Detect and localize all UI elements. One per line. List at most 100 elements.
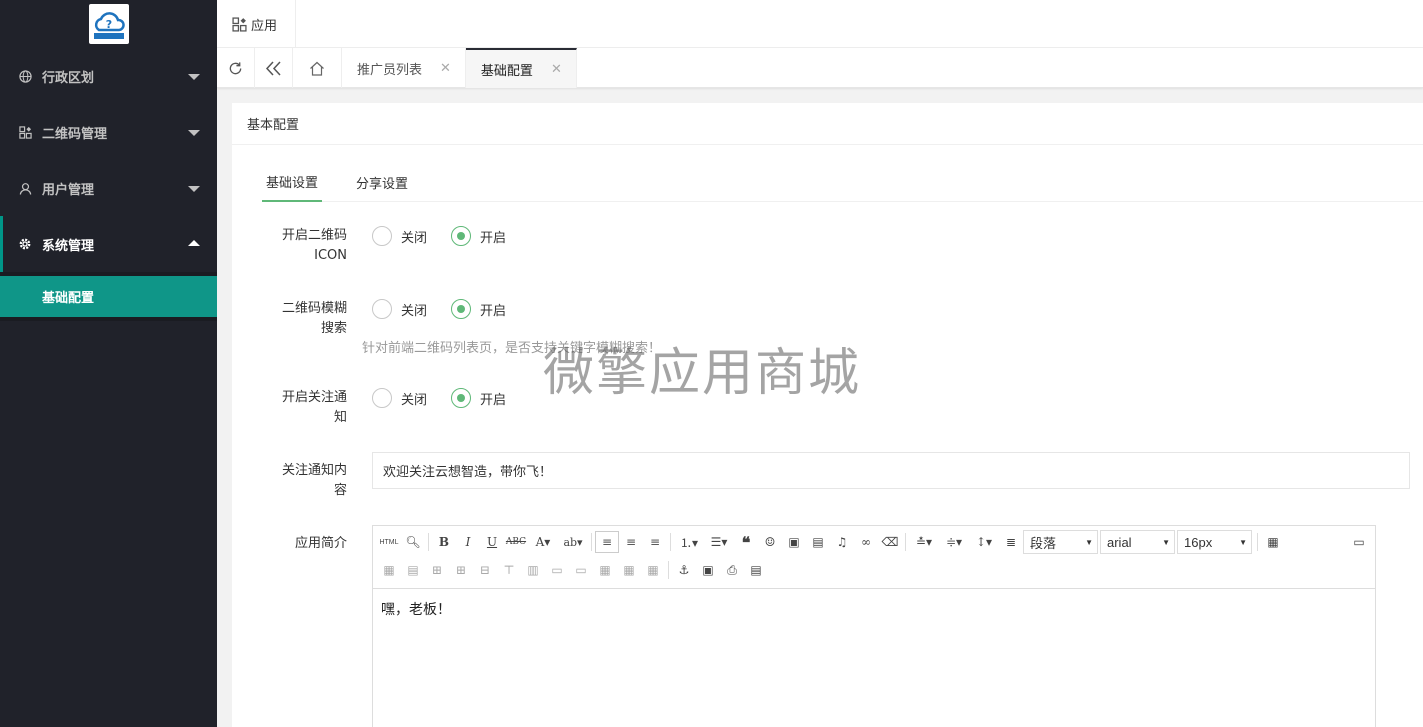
radio-circle — [451, 299, 472, 319]
font-color-icon[interactable]: A▾ — [528, 531, 558, 553]
highlight-icon[interactable]: ab▾ — [558, 531, 588, 553]
tab-share-settings[interactable]: 分享设置 — [352, 162, 412, 202]
app-intro-field-label: 应用简介 — [294, 536, 347, 551]
follow-notify-on-radio[interactable]: 开启 — [451, 388, 506, 408]
logo[interactable]: ? — [0, 0, 217, 48]
insert-image-icon[interactable]: ▣ — [696, 559, 720, 581]
close-icon[interactable]: ✕ — [440, 61, 451, 76]
globe-icon — [18, 69, 32, 83]
image-icon[interactable]: ▣ — [782, 531, 806, 553]
align-right-icon[interactable]: ≡ — [643, 531, 667, 553]
home-icon — [310, 61, 324, 76]
submenu: 基础配置 — [0, 272, 217, 321]
bold-icon[interactable]: B — [432, 531, 456, 553]
indent-icon[interactable]: ≛▾ — [909, 531, 939, 553]
link-icon[interactable]: ∞ — [854, 531, 878, 553]
paragraph-spacing-icon[interactable]: ≑▾ — [939, 531, 969, 553]
font-size-select[interactable]: 16px ▼ — [1177, 530, 1252, 554]
home-tab[interactable] — [293, 48, 342, 88]
close-icon[interactable]: ✕ — [551, 62, 562, 77]
qrcode-fuzzy-field-label: 二维码模糊 搜索 — [281, 301, 347, 336]
merge-right-icon[interactable]: ▭ — [569, 559, 593, 581]
insert-row-below-icon[interactable]: ⊞ — [449, 559, 473, 581]
apps-button[interactable]: 应用 — [217, 0, 296, 48]
preview-icon[interactable]: 🔍︎ — [401, 531, 425, 553]
emoji-icon[interactable]: ☺ — [758, 531, 782, 553]
merge-cells-icon[interactable]: ▭ — [545, 559, 569, 581]
delete-col-icon[interactable]: ▥ — [521, 559, 545, 581]
tab-basic-settings[interactable]: 基础设置 — [262, 162, 323, 202]
anchor-icon[interactable]: ⚓︎ — [672, 559, 696, 581]
chevron-down-icon — [188, 130, 200, 136]
dropdown-icon: ▼ — [1085, 537, 1093, 547]
table-icon[interactable]: ▦ — [1261, 531, 1285, 553]
follow-notify-off-radio[interactable]: 关闭 — [372, 388, 427, 408]
insert-col-icon[interactable]: ⊤ — [497, 559, 521, 581]
print-icon[interactable]: ⎙ — [720, 559, 744, 581]
italic-icon[interactable]: I — [456, 531, 480, 553]
unordered-list-icon[interactable]: ☰▾ — [704, 531, 734, 553]
dropdown-icon: ▼ — [1239, 537, 1247, 547]
music-icon[interactable]: ♫ — [830, 531, 854, 553]
paste-icon[interactable]: ▤ — [744, 559, 768, 581]
qrcode-icon-off-radio[interactable]: 关闭 — [372, 226, 427, 246]
toolbar-separator — [428, 533, 429, 551]
fullscreen-icon[interactable]: ▭ — [1347, 531, 1371, 553]
insert-row-above-icon[interactable]: ⊞ — [425, 559, 449, 581]
strikethrough-icon[interactable]: ABC — [504, 531, 528, 553]
split-rows-icon[interactable]: ▦ — [641, 559, 665, 581]
sidebar-item-users[interactable]: 用户管理 — [0, 160, 217, 216]
cloud-logo-icon: ? — [88, 4, 129, 44]
svg-text:?: ? — [105, 18, 111, 31]
qrcode-icon-on-radio[interactable]: 开启 — [451, 226, 506, 246]
font-family-select[interactable]: arial ▼ — [1100, 530, 1175, 554]
delete-row-icon[interactable]: ⊟ — [473, 559, 497, 581]
underline-icon[interactable]: U — [480, 531, 504, 553]
content-card: 基本配置 基础设置 分享设置 开启二维码 ICON 关闭 开启 二维码模糊 搜索… — [232, 103, 1423, 727]
follow-content-input[interactable]: 欢迎关注云想智造，带你飞！ — [372, 452, 1410, 489]
eraser-icon[interactable]: ⌫ — [878, 531, 902, 553]
video-icon[interactable]: ▤ — [806, 531, 830, 553]
table-insert-icon[interactable]: ▦ — [377, 559, 401, 581]
table-caption-icon[interactable]: ▤ — [401, 559, 425, 581]
html-source-icon[interactable]: HTML — [377, 531, 401, 553]
align-left-icon[interactable]: ≡ — [595, 531, 619, 553]
radio-circle — [372, 299, 392, 319]
sidebar-item-label: 用户管理 — [42, 182, 95, 198]
chevron-up-icon — [188, 240, 200, 246]
top-header: 应用 — [217, 0, 1423, 48]
split-cells-icon[interactable]: ▦ — [617, 559, 641, 581]
format-icon[interactable]: ≣ — [999, 531, 1023, 553]
qrcode-fuzzy-off-radio[interactable]: 关闭 — [372, 299, 427, 319]
double-chevron-left-icon — [265, 60, 281, 76]
apps-icon — [232, 16, 247, 32]
sidebar-item-qrcode[interactable]: 二维码管理 — [0, 104, 217, 160]
tab-scroll-left-button[interactable] — [255, 48, 293, 88]
sidebar-item-system[interactable]: 系统管理 — [0, 216, 217, 272]
refresh-button[interactable] — [217, 48, 255, 88]
toolbar-separator — [905, 533, 906, 551]
settings-tabs: 基础设置 分享设置 — [262, 162, 1423, 202]
follow-content-field-label: 关注通知内 容 — [281, 463, 347, 498]
sidebar: ? 行政区划 二维码管理 用户管理 系统管理 基础配置 — [0, 0, 217, 727]
tab-basic-config[interactable]: 基础配置 ✕ — [465, 48, 577, 88]
rich-text-editor: HTML 🔍︎ B I U ABC A▾ ab▾ ≡ ≡ ≡ ⒈▾ ☰▾ ❝ ☺… — [372, 525, 1376, 727]
follow-notify-field-label: 开启关注通 知 — [281, 390, 347, 425]
radio-circle — [451, 388, 472, 408]
ordered-list-icon[interactable]: ⒈▾ — [674, 531, 704, 553]
dropdown-icon: ▼ — [1162, 537, 1170, 547]
chevron-down-icon — [188, 74, 200, 80]
sidebar-item-label: 二维码管理 — [42, 126, 108, 142]
paragraph-select[interactable]: 段落 ▼ — [1023, 530, 1098, 554]
toolbar-separator — [668, 561, 669, 579]
tab-promoter-list[interactable]: 推广员列表 ✕ — [342, 48, 466, 88]
editor-content[interactable]: 嘿，老板！ — [373, 589, 1375, 629]
align-center-icon[interactable]: ≡ — [619, 531, 643, 553]
merge-down-icon[interactable]: ▦ — [593, 559, 617, 581]
editor-toolbar: HTML 🔍︎ B I U ABC A▾ ab▾ ≡ ≡ ≡ ⒈▾ ☰▾ ❝ ☺… — [373, 526, 1375, 589]
line-height-icon[interactable]: ↕▾ — [969, 531, 999, 553]
sidebar-subitem-basic-config[interactable]: 基础配置 — [0, 276, 217, 317]
sidebar-item-region[interactable]: 行政区划 — [0, 48, 217, 104]
blockquote-icon[interactable]: ❝ — [734, 531, 758, 553]
qrcode-fuzzy-on-radio[interactable]: 开启 — [451, 299, 506, 319]
